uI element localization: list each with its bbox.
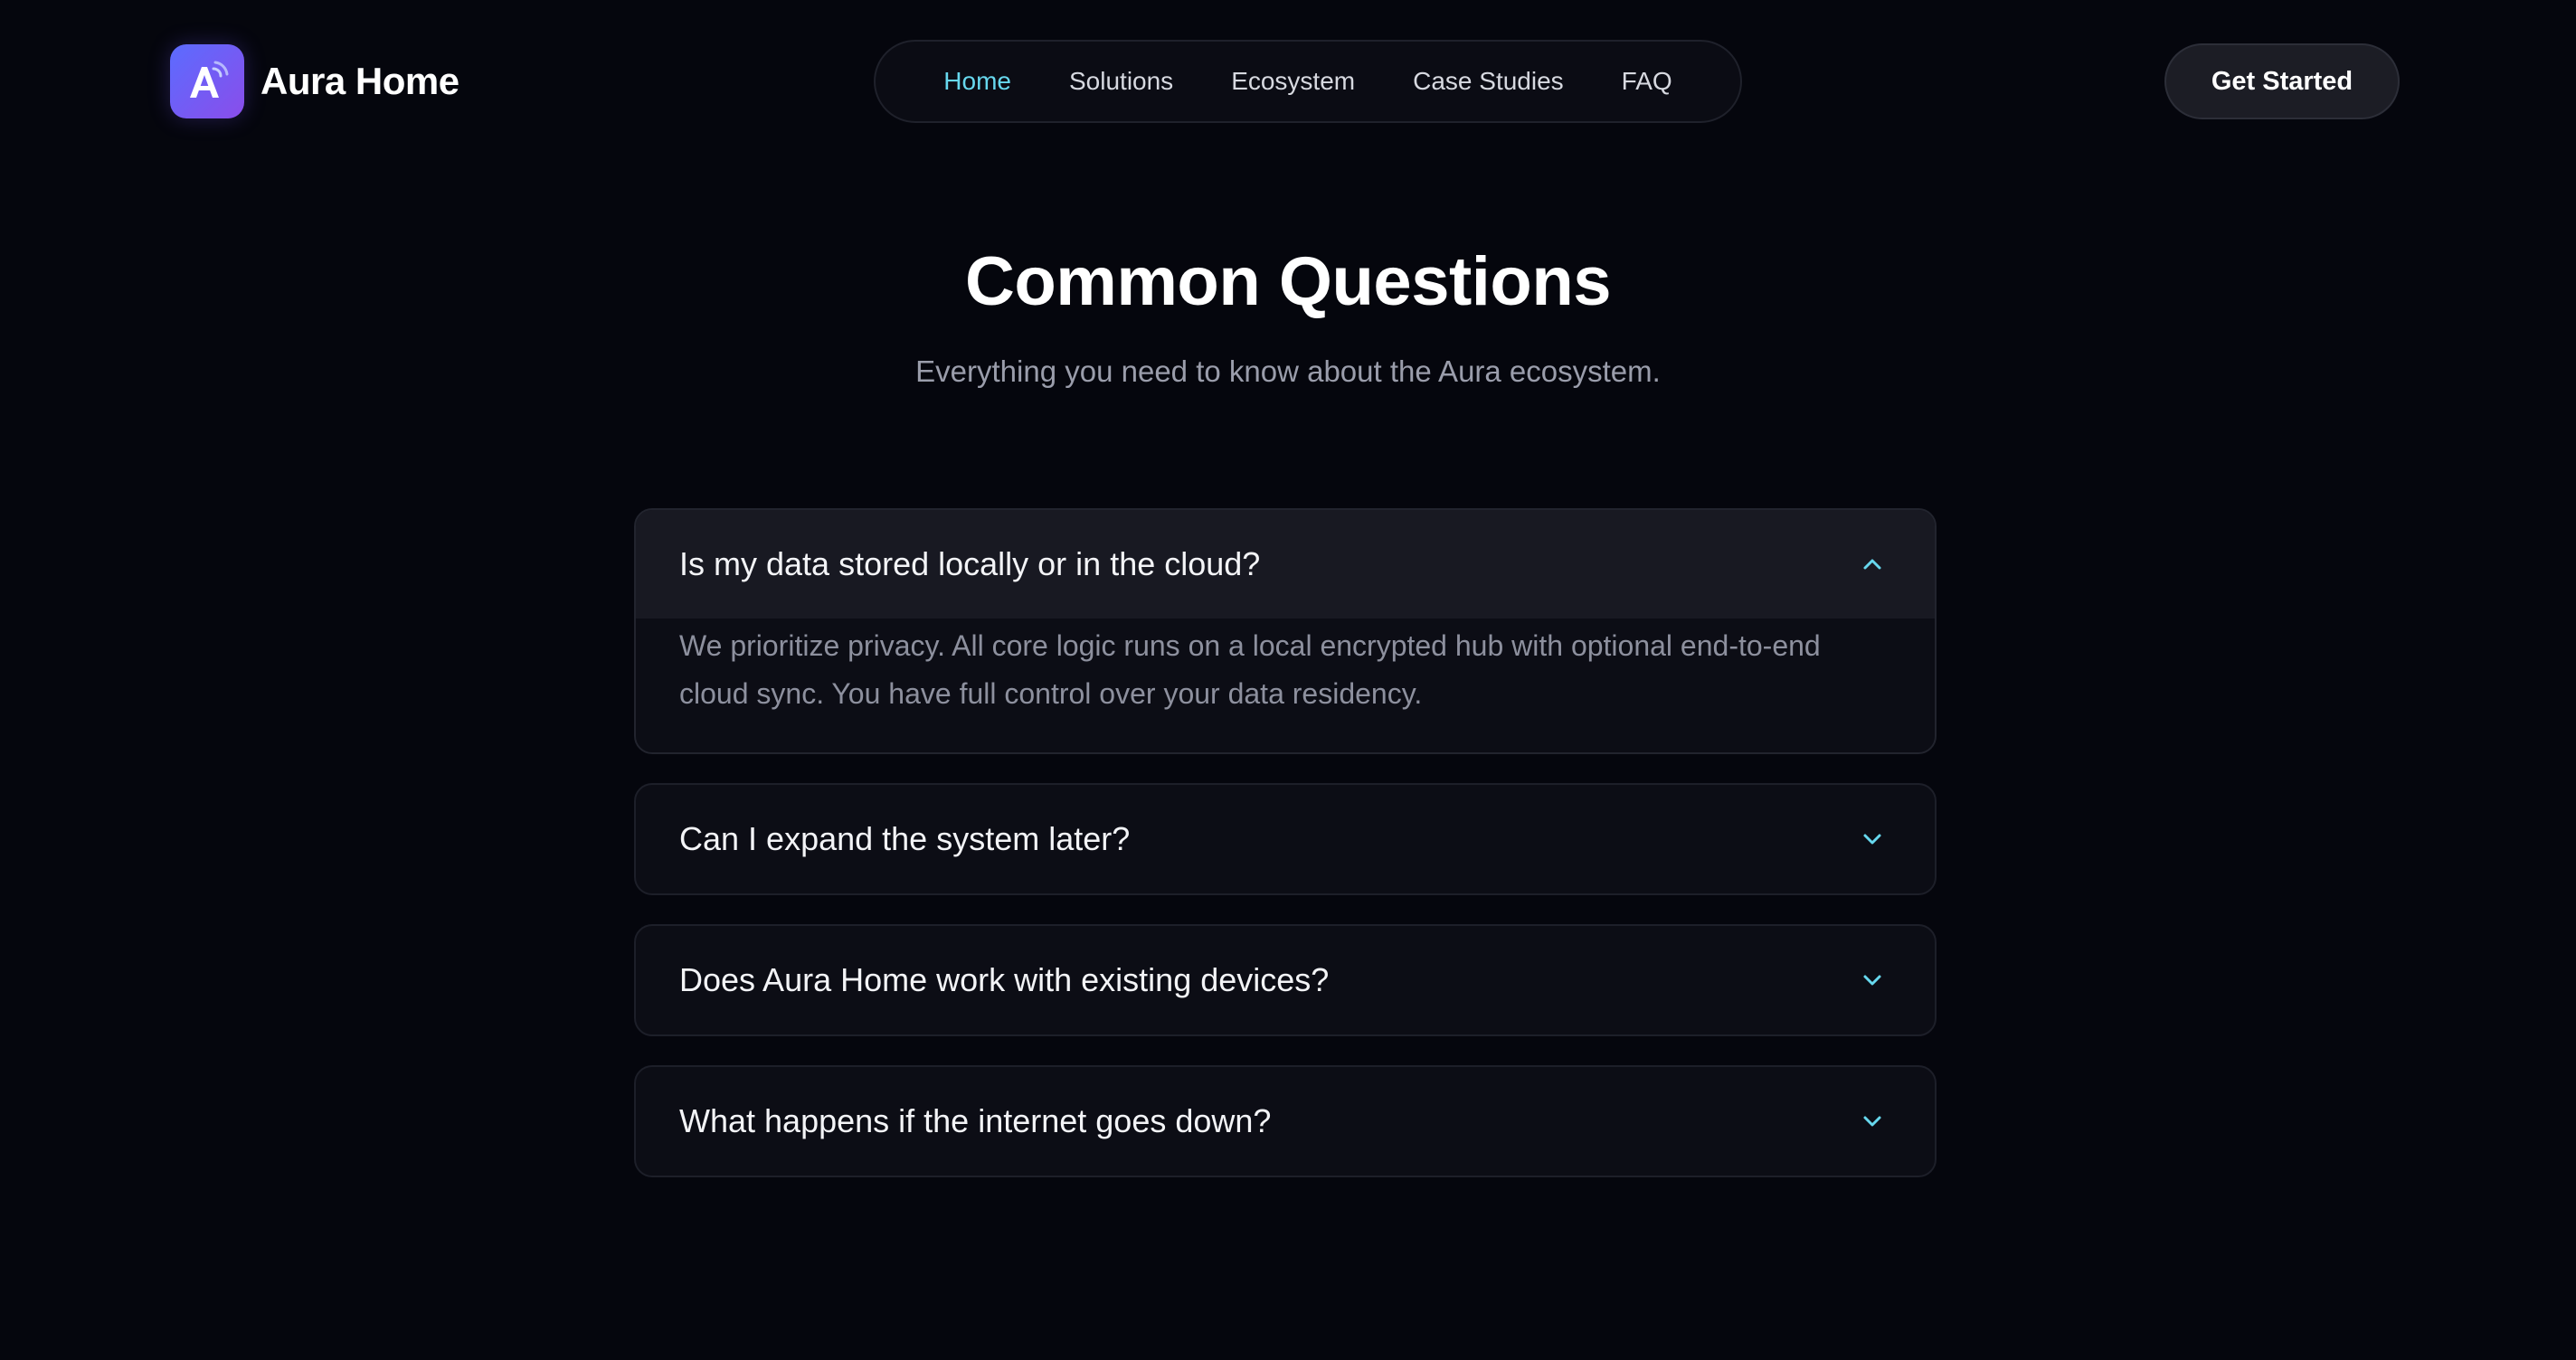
chevron-down-icon <box>1857 965 1888 996</box>
nav-item-case-studies[interactable]: Case Studies <box>1384 67 1593 96</box>
faq-question-toggle[interactable]: Does Aura Home work with existing device… <box>636 926 1935 1034</box>
faq-item: Can I expand the system later? <box>634 783 1937 895</box>
nav-item-solutions[interactable]: Solutions <box>1040 67 1202 96</box>
faq-item: Does Aura Home work with existing device… <box>634 924 1937 1036</box>
faq-item: Is my data stored locally or in the clou… <box>634 508 1937 754</box>
faq-question: Does Aura Home work with existing device… <box>679 961 1330 998</box>
nav-item-ecosystem[interactable]: Ecosystem <box>1202 67 1384 96</box>
faq-list: Is my data stored locally or in the clou… <box>634 508 1937 1206</box>
faq-question-toggle[interactable]: Can I expand the system later? <box>636 785 1935 893</box>
main-nav: Home Solutions Ecosystem Case Studies FA… <box>874 40 1742 123</box>
faq-answer: We prioritize privacy. All core logic ru… <box>679 629 1821 710</box>
faq-question: What happens if the internet goes down? <box>679 1102 1272 1139</box>
page-subtitle: Everything you need to know about the Au… <box>915 354 1661 388</box>
faq-question-toggle[interactable]: Is my data stored locally or in the clou… <box>636 510 1935 619</box>
chevron-down-icon <box>1857 824 1888 855</box>
nav-item-home[interactable]: Home <box>914 67 1040 96</box>
site-header: Aura Home Home Solutions Ecosystem Case … <box>0 0 2576 163</box>
get-started-button[interactable]: Get Started <box>2164 43 2400 119</box>
nav-item-faq[interactable]: FAQ <box>1593 67 1701 96</box>
chevron-down-icon <box>1857 1106 1888 1137</box>
aura-logo-icon <box>170 44 244 118</box>
faq-question-toggle[interactable]: What happens if the internet goes down? <box>636 1067 1935 1176</box>
faq-question: Can I expand the system later? <box>679 820 1131 857</box>
brand-logo-link[interactable]: Aura Home <box>170 44 459 118</box>
faq-question: Is my data stored locally or in the clou… <box>679 545 1261 582</box>
brand-name: Aura Home <box>260 60 459 102</box>
page-title: Common Questions <box>964 243 1612 320</box>
faq-item: What happens if the internet goes down? <box>634 1065 1937 1177</box>
chevron-up-icon <box>1857 549 1888 580</box>
